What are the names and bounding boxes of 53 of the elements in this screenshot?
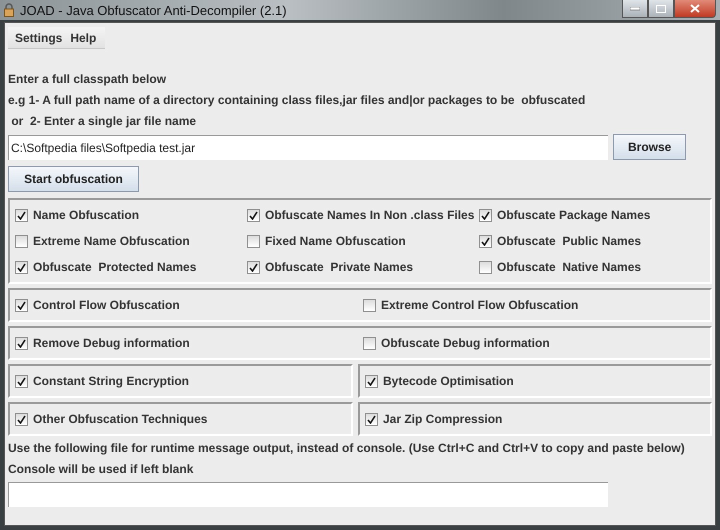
checkbox[interactable] [15,234,28,248]
checkbox-label: Bytecode Optimisation [383,374,514,388]
maximize-icon [656,4,666,12]
padlock-icon [4,3,14,17]
checkbox-label: Obfuscate Names In Non .class Files [265,208,474,222]
checkbox[interactable] [15,412,28,426]
checkbox[interactable] [15,260,28,274]
checkbox[interactable] [247,234,260,248]
checkbox-label: Jar Zip Compression [383,412,502,426]
checkbox-label: Extreme Control Flow Obfuscation [381,298,578,312]
checkbox-label: Obfuscate Native Names [497,260,642,274]
checkbox[interactable] [479,260,492,274]
checkbox[interactable] [15,374,28,388]
minimize-button[interactable] [622,0,648,18]
instruction-text: e.g 1- A full path name of a directory containing class files,jar files and|or packages to be obfuscated [8,92,586,109]
instruction-text: or 2- Enter a single jar file name [10,113,198,130]
checkbox-label: Obfuscate Debug information [381,336,550,350]
checkbox[interactable] [15,298,28,312]
instruction-text: Enter a full classpath below [8,71,168,88]
checkbox[interactable] [365,374,378,388]
classpath-field[interactable]: C:\Softpedia files\Softpedia test.jar [8,134,608,160]
checkbox[interactable] [247,208,260,222]
start-obfuscation-button[interactable]: Start obfuscation [8,166,139,192]
checkbox-label: Obfuscate Private Names [265,260,414,274]
minimize-icon [630,6,640,10]
maximize-button[interactable] [648,0,674,18]
checkbox-label: Obfuscate Public Names [497,234,642,248]
checkbox[interactable] [479,234,492,248]
checkbox[interactable] [365,412,378,426]
checkbox-label: Obfuscate Protected Names [33,260,196,274]
menu-item[interactable]: Help [68,30,98,44]
checkbox-label: Control Flow Obfuscation [33,298,180,312]
checkbox[interactable] [15,208,28,222]
output-instruction-text: Use the following file for runtime message output, instead of console. (Use Ctrl+C and Ctrl+V to copy and paste below) [8,440,686,457]
checkbox-label: Other Obfuscation Techniques [33,412,208,426]
checkbox[interactable] [247,260,260,274]
checkbox[interactable] [479,208,492,222]
output-instruction-text: Console will be used if left blank [8,461,194,478]
checkbox-label: Constant String Encryption [33,374,189,388]
browse-button[interactable]: Browse [613,134,686,160]
close-icon [690,4,700,13]
menu-item[interactable]: Settings [13,30,64,44]
checkbox[interactable] [363,336,376,350]
window-title: JOAD - Java Obfuscator Anti-Decompiler (2.1) [20,2,288,18]
close-button[interactable] [674,0,716,18]
checkbox-label: Remove Debug information [33,336,190,350]
checkbox-label: Extreme Name Obfuscation [33,234,190,248]
checkbox-label: Fixed Name Obfuscation [265,234,406,248]
checkbox-label: Obfuscate Package Names [497,208,650,222]
checkbox[interactable] [15,336,28,350]
checkbox[interactable] [363,298,376,312]
output-file-field[interactable] [8,482,608,507]
checkbox-label: Name Obfuscation [33,208,140,222]
